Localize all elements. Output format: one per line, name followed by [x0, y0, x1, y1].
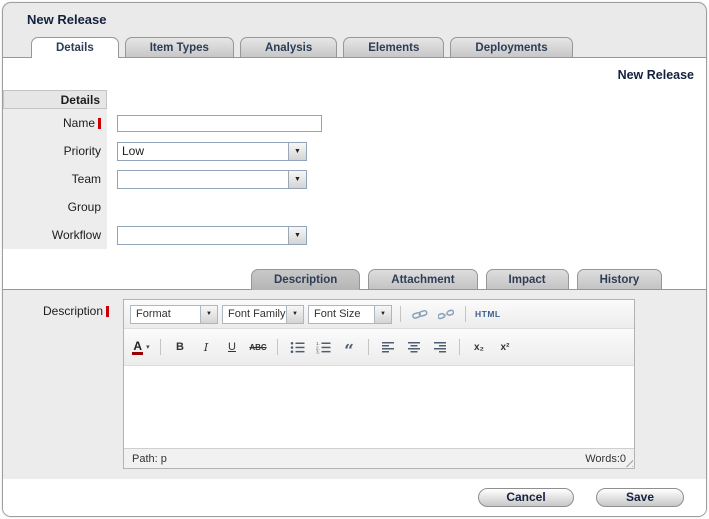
superscript-button[interactable]: x² [494, 336, 516, 358]
priority-value: Low [118, 143, 288, 160]
tab-impact[interactable]: Impact [486, 269, 569, 289]
tab-item-types[interactable]: Item Types [125, 37, 234, 57]
blockquote-button[interactable]: “ [338, 332, 360, 362]
toolbar-separator [160, 339, 161, 355]
description-section: Description Format ▼ Font Family ▼ Font … [3, 289, 706, 479]
page-title: New Release [27, 12, 107, 27]
dropdown-arrow-icon: ▼ [288, 171, 306, 188]
tab-elements[interactable]: Elements [343, 37, 444, 57]
bullet-list-icon [290, 341, 305, 354]
details-form: Details Name Priority Low [3, 90, 706, 249]
html-source-button[interactable]: HTML [474, 303, 502, 325]
main-tab-bar: Details Item Types Analysis Elements Dep… [3, 33, 706, 57]
group-row: Group [3, 193, 706, 221]
align-left-button[interactable] [377, 336, 399, 358]
team-label: Team [3, 165, 107, 193]
font-color-icon: A [132, 340, 143, 355]
editor-statusbar: Path: p Words:0 [124, 448, 634, 468]
tab-attachment[interactable]: Attachment [368, 269, 477, 289]
font-size-select[interactable]: Font Size ▼ [308, 305, 392, 324]
format-select[interactable]: Format ▼ [130, 305, 218, 324]
dropdown-arrow-icon: ▼ [288, 143, 306, 160]
workflow-label: Workflow [3, 221, 107, 249]
priority-row: Priority Low ▼ [3, 137, 706, 165]
align-right-icon [433, 341, 447, 354]
remove-link-button[interactable] [435, 303, 457, 325]
align-center-button[interactable] [403, 336, 425, 358]
required-marker [106, 306, 109, 317]
description-label: Description [43, 304, 109, 318]
priority-label: Priority [3, 137, 107, 165]
insert-link-button[interactable] [409, 303, 431, 325]
tab-details[interactable]: Details [31, 37, 119, 58]
numbered-list-button[interactable]: 1. 2. 3. [312, 336, 334, 358]
content-heading: New Release [618, 68, 694, 82]
link-icon [412, 308, 428, 321]
workflow-select[interactable]: ▼ [117, 226, 307, 245]
tab-description[interactable]: Description [251, 269, 360, 290]
tab-analysis[interactable]: Analysis [240, 37, 337, 57]
numbered-list-icon: 1. 2. 3. [316, 341, 331, 354]
titlebar: New Release [3, 3, 706, 33]
name-row: Name [3, 109, 706, 137]
font-family-select[interactable]: Font Family ▼ [222, 305, 304, 324]
tab-deployments[interactable]: Deployments [450, 37, 572, 57]
detail-tab-bar: Description Attachment Impact History [3, 267, 706, 289]
name-input[interactable] [117, 115, 322, 132]
bold-button[interactable]: B [169, 336, 191, 358]
name-label: Name [3, 109, 107, 137]
align-center-icon [407, 341, 421, 354]
subscript-button[interactable]: x₂ [468, 336, 490, 358]
editor-toolbar-row2: A ▾ B I U ABC [124, 329, 634, 366]
italic-button[interactable]: I [195, 336, 217, 358]
editor-toolbar-row1: Format ▼ Font Family ▼ Font Size ▼ [124, 300, 634, 329]
rich-text-editor: Format ▼ Font Family ▼ Font Size ▼ [123, 299, 635, 469]
team-select[interactable]: ▼ [117, 170, 307, 189]
team-row: Team ▼ [3, 165, 706, 193]
new-release-window: New Release Details Item Types Analysis … [2, 2, 707, 517]
save-button[interactable]: Save [596, 488, 684, 507]
priority-select[interactable]: Low ▼ [117, 142, 307, 161]
dropdown-arrow-icon: ▼ [200, 306, 217, 323]
group-label: Group [3, 193, 107, 221]
required-marker [98, 118, 101, 129]
unlink-icon [438, 308, 454, 321]
align-right-button[interactable] [429, 336, 451, 358]
workflow-value [118, 227, 288, 244]
strikethrough-button[interactable]: ABC [247, 336, 269, 358]
team-value [118, 171, 288, 188]
chevron-down-icon: ▾ [146, 343, 150, 351]
action-bar: Cancel Save [3, 479, 706, 516]
toolbar-separator [368, 339, 369, 355]
editor-content[interactable] [124, 366, 634, 448]
cancel-button[interactable]: Cancel [478, 488, 574, 507]
underline-button[interactable]: U [221, 336, 243, 358]
bullet-list-button[interactable] [286, 336, 308, 358]
font-color-button[interactable]: A ▾ [130, 336, 152, 358]
section-title: Details [3, 90, 107, 109]
dropdown-arrow-icon: ▼ [286, 306, 303, 323]
align-left-icon [381, 341, 395, 354]
form-section-header: Details [3, 90, 706, 109]
tab-history[interactable]: History [577, 269, 663, 289]
toolbar-separator [277, 339, 278, 355]
editor-word-count: Words:0 [585, 453, 626, 465]
toolbar-separator [400, 306, 401, 322]
editor-path: Path: p [132, 453, 167, 465]
details-panel: New Release Details Name Priority [3, 57, 706, 517]
dropdown-arrow-icon: ▼ [288, 227, 306, 244]
toolbar-separator [459, 339, 460, 355]
svg-text:3.: 3. [316, 349, 320, 353]
toolbar-separator [465, 306, 466, 322]
dropdown-arrow-icon: ▼ [374, 306, 391, 323]
workflow-row: Workflow ▼ [3, 221, 706, 249]
